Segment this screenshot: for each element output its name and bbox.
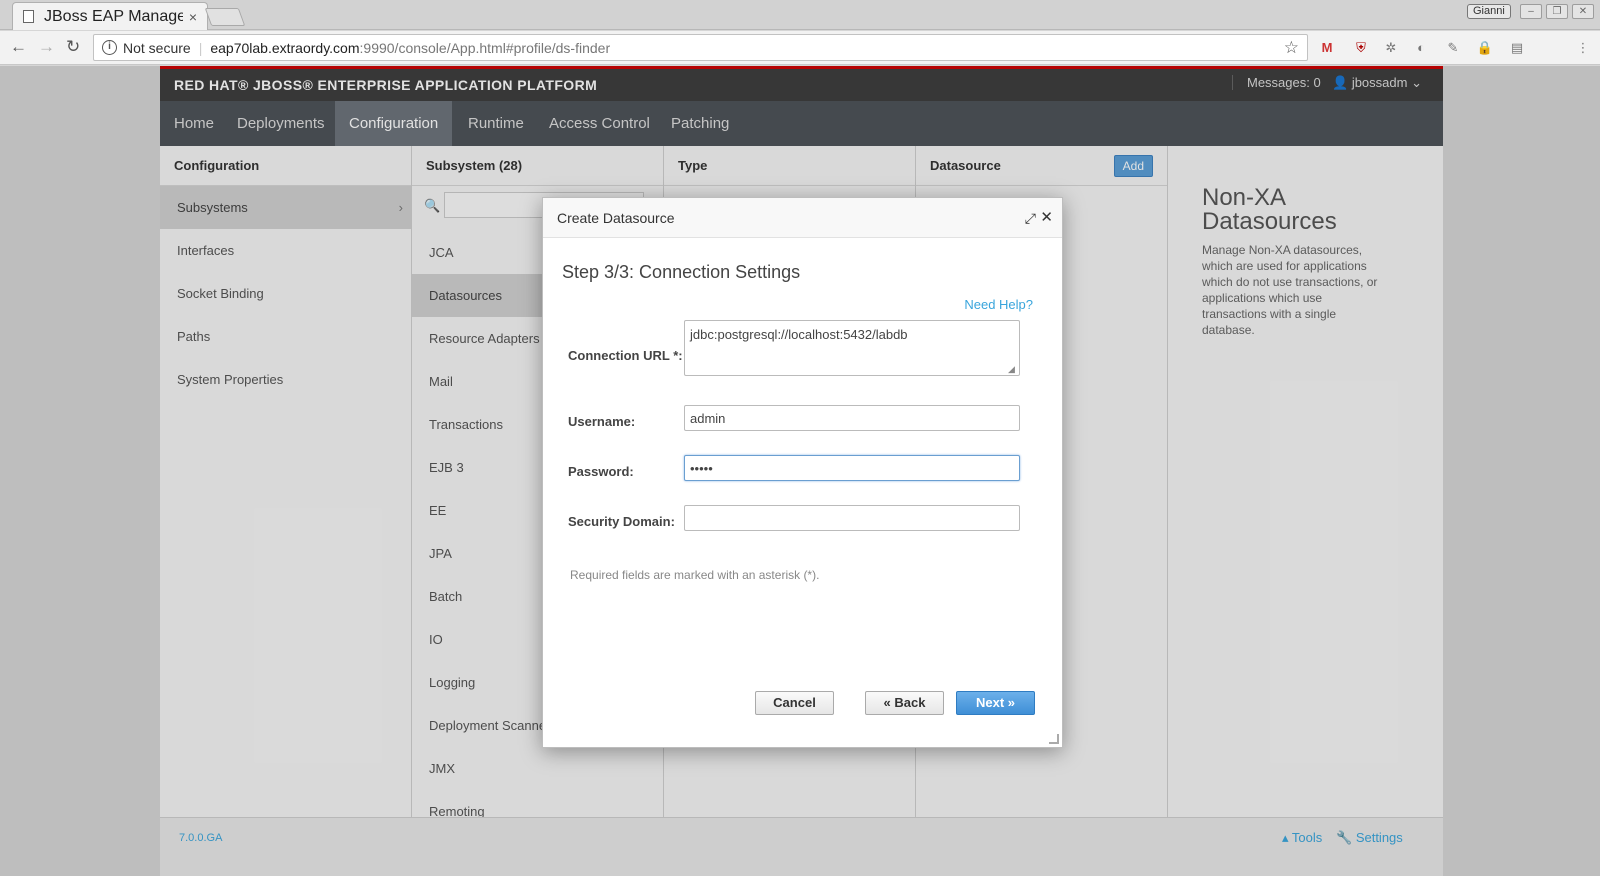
page-icon <box>23 10 34 23</box>
lock-icon[interactable]: 🔒 <box>1476 39 1494 57</box>
url-separator: | <box>198 39 203 56</box>
info-icon[interactable]: i <box>102 40 117 55</box>
not-secure-label: Not secure <box>123 39 191 56</box>
ublock-icon[interactable]: ⛨ <box>1352 39 1370 57</box>
browser-tabstrip: JBoss EAP Manage × Gianni – ❐ ✕ <box>0 0 1600 30</box>
back-button[interactable]: « Back <box>865 691 944 715</box>
eyedropper-icon[interactable]: ✎ <box>1444 39 1462 57</box>
username-field[interactable]: admin <box>684 405 1020 431</box>
maximize-icon[interactable]: ⤢ <box>1025 198 1036 238</box>
tab-title: JBoss EAP Manage <box>44 7 183 25</box>
tab-close-icon[interactable]: × <box>189 9 197 25</box>
url-host: eap70lab.extraordy.com <box>210 39 360 56</box>
dialog-resize-icon[interactable] <box>1049 734 1059 744</box>
dialog-header: Create Datasource ⤢ ✕ <box>543 198 1062 238</box>
profile-badge[interactable]: Gianni <box>1467 4 1511 19</box>
create-datasource-dialog: Create Datasource ⤢ ✕ Step 3/3: Connecti… <box>542 197 1063 748</box>
password-label: Password: <box>568 464 634 479</box>
textarea-resize-icon[interactable]: ◢ <box>1008 364 1015 375</box>
connection-url-label: Connection URL *: <box>568 348 683 363</box>
password-field[interactable]: ••••• <box>684 455 1020 481</box>
restore-icon[interactable]: ❐ <box>1546 4 1568 19</box>
close-icon[interactable]: ✕ <box>1040 198 1053 238</box>
gmail-icon[interactable]: M <box>1318 39 1336 57</box>
username-label: Username: <box>568 414 636 429</box>
minimize-icon[interactable]: – <box>1520 4 1542 19</box>
menu-icon[interactable]: ⋮ <box>1574 39 1592 57</box>
url-path: :9990/console/App.html#profile/ds-finder <box>359 39 611 56</box>
new-tab-button[interactable] <box>204 8 246 26</box>
chrome-ext-icon[interactable]: ✲ <box>1382 39 1400 57</box>
security-domain-field[interactable] <box>684 505 1020 531</box>
address-bar[interactable]: i Not secure | eap70lab.extraordy.com:99… <box>93 34 1308 61</box>
step-title: Step 3/3: Connection Settings <box>562 262 801 282</box>
browser-toolbar: ← → ↻ i Not secure | eap70lab.extraordy.… <box>0 31 1600 65</box>
connection-url-field[interactable]: jdbc:postgresql://localhost:5432/labdb <box>684 320 1020 376</box>
security-domain-label: Security Domain: <box>568 514 675 529</box>
book-icon[interactable]: ▤ <box>1508 39 1526 57</box>
sync-icon[interactable]: ◐ <box>1412 39 1430 57</box>
need-help-link[interactable]: Need Help? <box>964 297 1033 312</box>
dialog-title: Create Datasource <box>557 210 675 226</box>
cancel-button[interactable]: Cancel <box>755 691 834 715</box>
browser-tab[interactable]: JBoss EAP Manage × <box>12 2 208 30</box>
back-arrow-icon[interactable]: ← <box>10 37 27 57</box>
required-note: Required fields are marked with an aster… <box>570 568 820 582</box>
close-window-icon[interactable]: ✕ <box>1572 4 1594 19</box>
reload-icon[interactable]: ↻ <box>66 37 80 57</box>
next-button[interactable]: Next » <box>956 691 1035 715</box>
bookmark-star-icon[interactable]: ☆ <box>1284 38 1299 58</box>
forward-arrow-icon[interactable]: → <box>38 37 55 57</box>
